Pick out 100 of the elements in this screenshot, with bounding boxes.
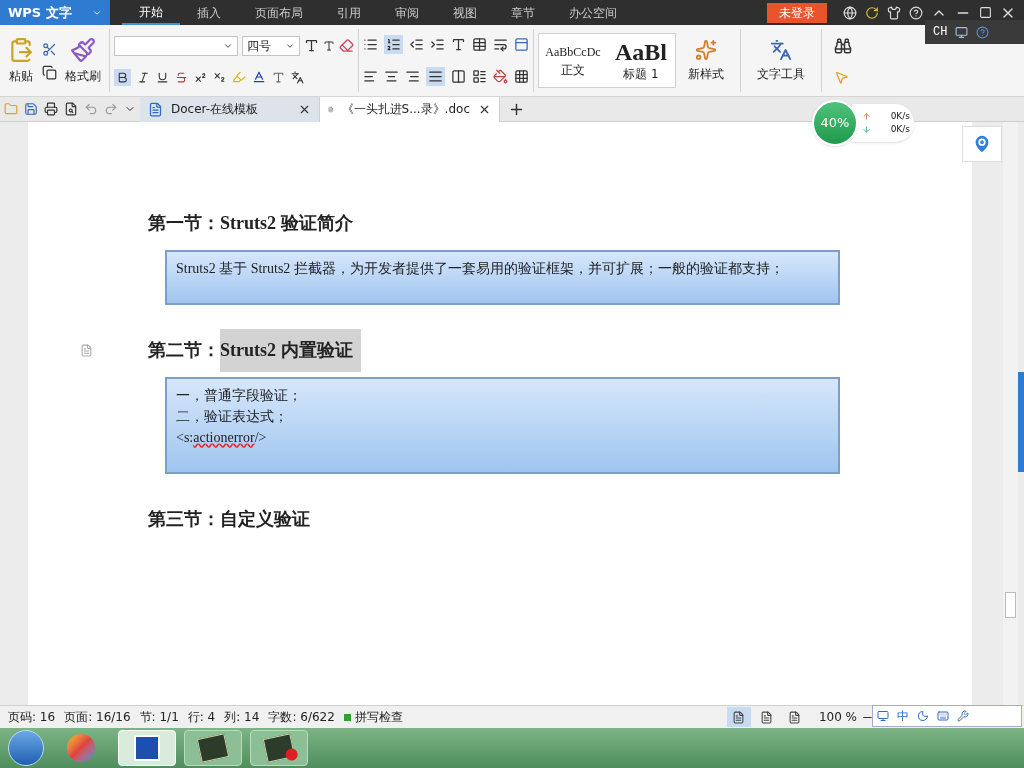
paragraph-mark-icon[interactable]	[493, 37, 508, 53]
status-item: 节: 1/1	[139, 709, 179, 726]
menu-tab[interactable]: 章节	[494, 0, 552, 25]
text-tools-button[interactable]: 文字工具	[757, 64, 805, 83]
shirt-icon[interactable]	[887, 5, 901, 20]
app-menu-button[interactable]: WPS 文字	[0, 0, 110, 25]
document-tab-label: 《一头扎进S...录》.doc	[341, 101, 470, 118]
style-preview: AaBl	[615, 38, 667, 65]
login-button[interactable]: 未登录	[767, 2, 827, 23]
align-left-icon[interactable]	[363, 68, 378, 84]
page-icon	[788, 710, 802, 724]
status-item: 页码: 16	[8, 709, 56, 726]
ime-mode-label[interactable]: 中	[897, 707, 909, 725]
text-box-line: 一，普通字段验证；	[176, 387, 303, 405]
style-gallery-item[interactable]: AaBbCcDc 正文	[539, 34, 607, 87]
ime-help-icon[interactable]	[976, 25, 990, 39]
ime-screen-icon[interactable]	[955, 25, 969, 39]
italic-icon[interactable]	[137, 70, 150, 84]
maximize-icon[interactable]	[979, 6, 992, 19]
menu-tab[interactable]: 视图	[436, 0, 494, 25]
distributed-icon[interactable]	[451, 68, 466, 84]
strikethrough-icon[interactable]	[175, 70, 188, 84]
font-size-field[interactable]: 四号	[242, 35, 300, 56]
help-icon[interactable]	[909, 5, 923, 20]
text-box-line: Struts2 基于 Struts2 拦截器，为开发者提供了一套易用的验证框架，并可扩展；一般的验证都支持；	[176, 260, 785, 278]
taskbar-app[interactable]	[250, 730, 308, 766]
side-panel-handle[interactable]	[1018, 372, 1024, 472]
subscript-icon[interactable]	[213, 70, 226, 84]
view-mode-button[interactable]	[726, 707, 751, 727]
upload-speed: 0K/s	[890, 109, 910, 123]
menu-tab[interactable]: 引用	[320, 0, 378, 25]
status-item: 页面: 16/16	[64, 709, 131, 726]
align-center-icon[interactable]	[384, 68, 399, 84]
document-tab-label: Docer-在线模板	[171, 101, 259, 118]
line-spacing-icon[interactable]	[472, 68, 487, 84]
font-color-icon[interactable]	[252, 70, 266, 84]
zoom-level[interactable]: 100 %	[818, 708, 857, 726]
bullet-list-icon[interactable]	[363, 37, 378, 53]
text-tools-icon[interactable]	[770, 38, 792, 61]
page-icon	[732, 710, 746, 724]
superscript-icon[interactable]	[194, 70, 207, 84]
menu-tab[interactable]: 审阅	[378, 0, 436, 25]
copy-icon[interactable]	[42, 64, 57, 80]
format-painter-icon[interactable]	[70, 36, 96, 63]
borders-icon[interactable]	[514, 68, 529, 84]
paragraph-marker-icon[interactable]	[80, 343, 93, 357]
save-icon[interactable]	[24, 102, 38, 116]
new-style-icon[interactable]	[695, 38, 717, 61]
menu-tab[interactable]: 办公空间	[552, 0, 634, 25]
print-icon[interactable]	[44, 102, 58, 116]
shading-icon[interactable]	[493, 68, 508, 84]
text-box-line: 二，验证表达式；	[176, 408, 289, 426]
char-shading-icon[interactable]	[272, 70, 285, 84]
align-right-icon[interactable]	[405, 68, 420, 84]
clear-format-icon[interactable]	[339, 38, 354, 53]
refresh-icon[interactable]	[865, 5, 879, 20]
taskbar-app[interactable]	[184, 730, 242, 766]
colorful-app-icon	[67, 734, 95, 762]
find-icon[interactable]	[834, 36, 852, 55]
new-style-button[interactable]: 新样式	[688, 64, 724, 83]
download-icon	[862, 125, 871, 135]
start-button[interactable]	[8, 730, 44, 766]
download-speed: 0K/s	[890, 123, 910, 136]
docer-icon[interactable]	[148, 101, 163, 117]
status-item: 字数: 6/622	[268, 709, 335, 726]
half-width-icon[interactable]	[917, 710, 929, 722]
location-button[interactable]	[961, 126, 1002, 162]
format-painter-button[interactable]: 格式刷	[65, 66, 101, 85]
table-icon[interactable]	[472, 37, 487, 53]
style-gallery-item[interactable]: AaBl 标题 1	[607, 34, 675, 87]
text-direction-icon[interactable]	[451, 37, 466, 53]
status-item: 行: 4	[187, 709, 216, 726]
indent-icon[interactable]	[430, 37, 445, 53]
section-heading: 第二节：Struts2 内置验证	[148, 328, 361, 372]
style-label: 正文	[561, 61, 585, 79]
underline-icon[interactable]	[156, 70, 169, 84]
paste-button[interactable]: 粘贴	[9, 66, 33, 85]
document-tab[interactable]: 《一头扎进S...录》.doc	[320, 96, 500, 122]
page-icon	[760, 710, 774, 724]
globe-icon[interactable]	[843, 5, 857, 20]
wrench-icon[interactable]	[957, 710, 969, 722]
memory-percent: 40%	[820, 114, 850, 133]
ime-screen-icon[interactable]	[877, 710, 889, 722]
menu-tab[interactable]: 页面布局	[238, 0, 320, 25]
phonetic-icon[interactable]	[291, 70, 304, 84]
scissors-icon[interactable]	[42, 41, 57, 57]
section-heading: 第三节：自定义验证	[148, 507, 310, 531]
outdent-icon[interactable]	[409, 37, 424, 53]
spell-check-button[interactable]: 拼写检查	[343, 708, 403, 726]
app-icon	[262, 733, 296, 763]
font-name-field[interactable]	[114, 35, 238, 56]
print-preview-icon[interactable]	[64, 102, 78, 116]
grow-font-icon[interactable]	[304, 38, 319, 53]
section-heading: 第一节：Struts2 验证简介	[148, 211, 353, 235]
shrink-font-icon[interactable]	[323, 39, 335, 52]
document-tab[interactable]: Docer-在线模板	[140, 96, 320, 122]
menu-tab[interactable]: 插入	[180, 0, 238, 25]
keyboard-icon[interactable]	[937, 710, 949, 722]
page-view-icon[interactable]	[514, 37, 529, 53]
scrollbar-thumb[interactable]	[1005, 592, 1016, 618]
